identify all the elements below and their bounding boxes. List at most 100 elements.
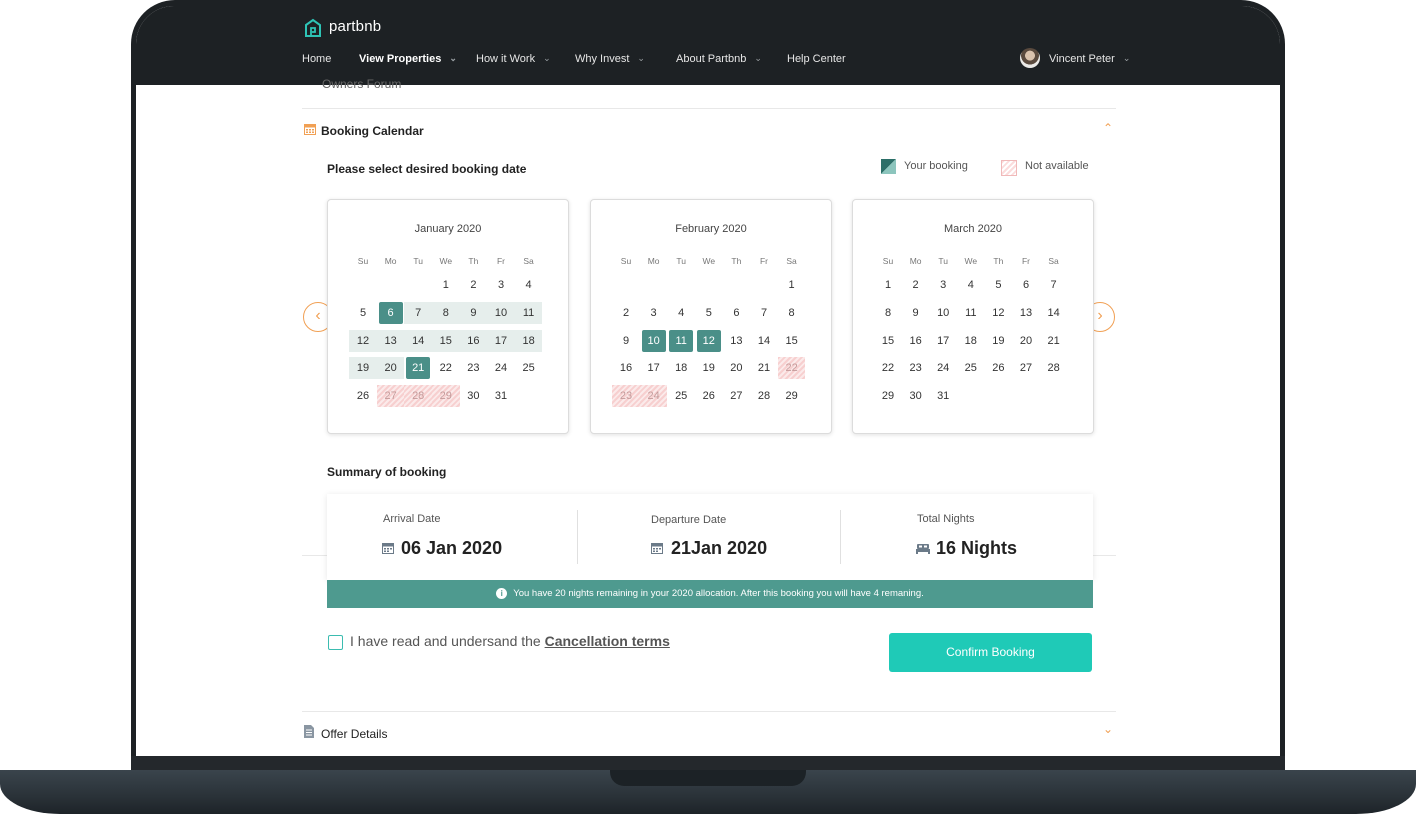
calendar-day[interactable]: 13 [1014,302,1038,324]
calendar-day[interactable]: 8 [780,302,804,324]
calendar-day[interactable]: 9 [614,330,638,352]
avatar[interactable] [1020,48,1040,68]
calendar-day[interactable]: 16 [614,357,638,379]
calendar-day[interactable]: 8 [432,301,460,324]
calendar-day[interactable]: 30 [461,385,485,407]
calendar-day[interactable]: 20 [376,357,405,380]
nav-view-properties[interactable]: View Properties ⌄ [359,53,457,65]
calendar-day[interactable]: 9 [459,301,488,324]
offer-details-title[interactable]: Offer Details [321,727,387,741]
calendar-day[interactable]: 7 [1042,274,1066,296]
calendar-day[interactable]: 31 [931,385,955,407]
calendar-day[interactable]: 1 [780,274,804,296]
calendar-day[interactable]: 4 [517,274,541,296]
calendar-day[interactable]: 14 [404,329,432,352]
calendar-day[interactable]: 18 [669,357,693,379]
calendar-day[interactable]: 19 [349,357,377,380]
calendar-day[interactable]: 17 [642,357,666,379]
calendar-day[interactable]: 6 [724,302,748,324]
nav-about[interactable]: About Partbnb ⌄ [676,53,762,65]
calendar-day[interactable]: 18 [959,330,983,352]
calendar-day[interactable]: 16 [459,329,488,352]
calendar-day[interactable]: 21 [752,357,776,379]
chevron-down-icon[interactable]: ⌄ [1103,722,1113,736]
calendar-day[interactable]: 17 [487,329,515,352]
calendar-day[interactable]: 5 [986,274,1010,296]
calendar-day[interactable]: 30 [904,385,928,407]
calendar-day[interactable]: 13 [724,330,748,352]
calendar-day[interactable]: 10 [641,329,666,352]
calendar-day[interactable]: 14 [1042,302,1066,324]
calendar-day[interactable]: 2 [614,302,638,324]
calendar-day[interactable]: 7 [404,301,432,324]
calendar-day[interactable]: 16 [904,330,928,352]
calendar-day[interactable]: 6 [1014,274,1038,296]
calendar-day[interactable]: 10 [487,301,515,324]
calendar-day[interactable]: 12 [349,329,377,352]
calendar-day[interactable]: 28 [752,385,776,407]
calendar-day[interactable]: 5 [697,302,721,324]
calendar-day[interactable]: 3 [489,274,513,296]
nav-home[interactable]: Home [302,53,331,65]
calendar-day[interactable]: 19 [697,357,721,379]
calendar-day[interactable]: 3 [642,302,666,324]
calendar-day[interactable]: 26 [697,385,721,407]
calendar-day[interactable]: 11 [514,301,543,324]
nav-help-center[interactable]: Help Center [787,53,846,65]
calendar-day[interactable]: 12 [986,302,1010,324]
calendar-day[interactable]: 31 [489,385,513,407]
calendar-day[interactable]: 20 [724,357,748,379]
calendar-day[interactable]: 11 [959,302,983,324]
booking-calendar-title[interactable]: Booking Calendar [321,124,424,138]
calendar-day[interactable]: 25 [669,385,693,407]
calendar-day[interactable]: 8 [876,302,900,324]
calendar-day[interactable]: 22 [434,357,458,379]
calendar-day[interactable]: 24 [931,357,955,379]
terms-checkbox[interactable] [328,635,343,650]
calendar-day[interactable]: 1 [434,274,458,296]
calendar-day[interactable]: 26 [986,357,1010,379]
calendar-day[interactable]: 15 [876,330,900,352]
calendar-day[interactable]: 4 [669,302,693,324]
user-menu[interactable]: Vincent Peter ⌄ [1049,53,1130,65]
calendar-day[interactable]: 21 [406,357,431,380]
calendar-day[interactable]: 5 [351,302,375,324]
calendar-day[interactable]: 4 [959,274,983,296]
calendar-day[interactable]: 24 [489,357,513,379]
chevron-up-icon[interactable]: ⌃ [1103,121,1113,135]
calendar-day[interactable]: 3 [931,274,955,296]
calendar-day[interactable]: 10 [931,302,955,324]
calendar-day[interactable]: 22 [876,357,900,379]
brand-name[interactable]: partbnb [329,18,381,35]
calendar-day[interactable]: 7 [752,302,776,324]
owners-forum-title[interactable]: Owners Forum [322,77,401,91]
calendar-day[interactable]: 19 [986,330,1010,352]
calendar-day[interactable]: 27 [724,385,748,407]
calendar-day[interactable]: 17 [931,330,955,352]
calendar-day[interactable]: 14 [752,330,776,352]
calendar-day[interactable]: 27 [1014,357,1038,379]
nav-how-it-work[interactable]: How it Work ⌄ [476,53,551,65]
calendar-day[interactable]: 21 [1042,330,1066,352]
calendar-day[interactable]: 29 [876,385,900,407]
calendar-day[interactable]: 12 [696,329,721,352]
calendar-day[interactable]: 25 [959,357,983,379]
calendar-day[interactable]: 2 [904,274,928,296]
calendar-day[interactable]: 20 [1014,330,1038,352]
calendar-day[interactable]: 2 [461,274,485,296]
calendar-day[interactable]: 11 [669,329,694,352]
calendar-day[interactable]: 15 [780,330,804,352]
calendar-day[interactable]: 15 [432,329,460,352]
calendar-day[interactable]: 13 [376,329,405,352]
confirm-booking-button[interactable]: Confirm Booking [889,633,1092,672]
cancellation-terms-link[interactable]: Cancellation terms [545,633,670,649]
calendar-day[interactable]: 9 [904,302,928,324]
calendar-day[interactable]: 18 [514,329,543,352]
calendar-day[interactable]: 29 [780,385,804,407]
calendar-day[interactable]: 1 [876,274,900,296]
calendar-day[interactable]: 23 [904,357,928,379]
calendar-day[interactable]: 25 [517,357,541,379]
calendar-day[interactable]: 6 [378,301,403,324]
calendar-day[interactable]: 26 [351,385,375,407]
calendar-day[interactable]: 28 [1042,357,1066,379]
